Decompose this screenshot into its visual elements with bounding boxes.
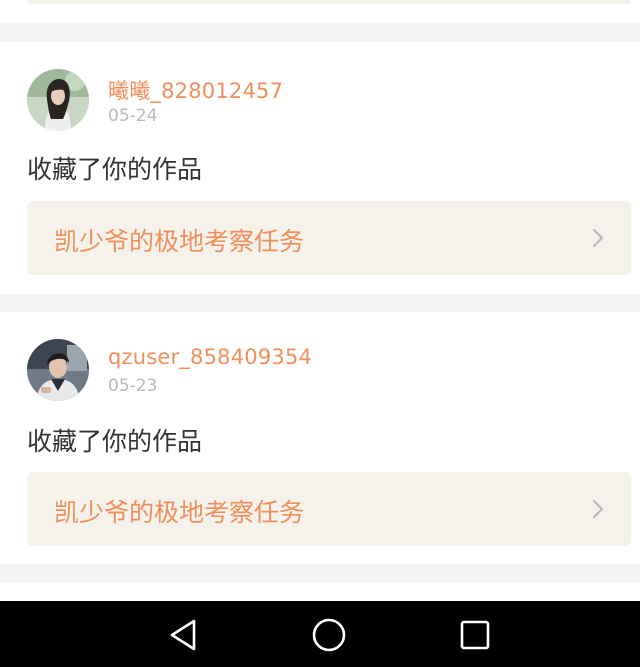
- previous-work-link-partial[interactable]: [27, 0, 631, 4]
- avatar-photo-girl-icon: [27, 69, 89, 131]
- work-title: 凯少爷的极地考察任务: [54, 498, 305, 527]
- home-circle-icon: [312, 618, 346, 652]
- action-text: 收藏了你的作品: [27, 155, 203, 184]
- list-item: 曦曦_828012457 05-24 收藏了你的作品 凯少爷的极地考察任务: [0, 42, 640, 294]
- recent-apps-button[interactable]: [453, 613, 497, 657]
- avatar[interactable]: [27, 339, 89, 401]
- username[interactable]: 曦曦_828012457: [108, 75, 283, 105]
- recent-square-icon: [460, 620, 490, 650]
- system-navigation-bar: [0, 601, 640, 667]
- avatar[interactable]: [27, 69, 89, 131]
- previous-card-partial: [0, 0, 640, 23]
- back-button[interactable]: [161, 613, 205, 657]
- work-link[interactable]: 凯少爷的极地考察任务: [27, 201, 631, 275]
- action-text: 收藏了你的作品: [27, 427, 203, 456]
- back-triangle-icon: [170, 619, 196, 651]
- work-link[interactable]: 凯少爷的极地考察任务: [27, 472, 631, 546]
- username[interactable]: qzuser_858409354: [108, 345, 312, 369]
- timestamp: 05-23: [108, 376, 158, 396]
- chevron-right-icon: [592, 499, 604, 519]
- work-title: 凯少爷的极地考察任务: [54, 227, 305, 256]
- notification-feed: 曦曦_828012457 05-24 收藏了你的作品 凯少爷的极地考察任务 qz…: [0, 0, 640, 667]
- home-button[interactable]: [307, 613, 351, 657]
- list-item: qzuser_858409354 05-23 收藏了你的作品 凯少爷的极地考察任…: [0, 312, 640, 564]
- avatar-photo-boy-icon: [27, 339, 89, 401]
- timestamp: 05-24: [108, 106, 158, 126]
- chevron-right-icon: [592, 228, 604, 248]
- next-card-partial: [0, 583, 640, 601]
